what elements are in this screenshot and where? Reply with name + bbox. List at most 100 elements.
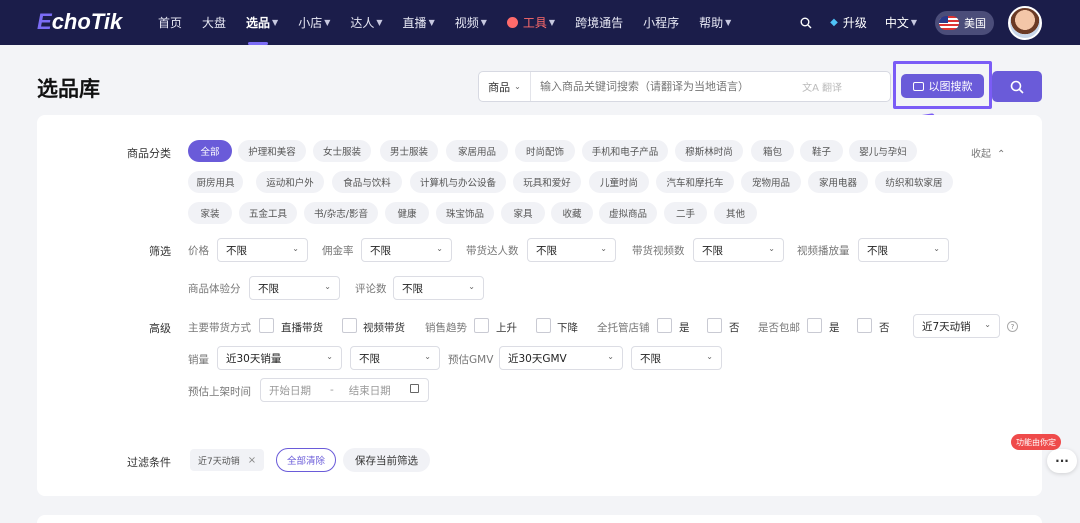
category-chip[interactable]: 运动和户外 — [256, 171, 324, 193]
live-checkbox[interactable] — [259, 318, 274, 333]
search-button[interactable] — [800, 17, 812, 29]
category-chip[interactable]: 其他 — [714, 202, 757, 224]
category-chip[interactable]: 汽车和摩托车 — [656, 171, 734, 193]
category-chip[interactable]: 纺织和软家居 — [875, 171, 953, 193]
echotik-logo[interactable]: EchoTik — [37, 9, 122, 35]
save-filter-button[interactable]: 保存当前筛选 — [343, 448, 430, 472]
nav-creators[interactable]: 达人 ▼ — [350, 0, 382, 45]
category-chip[interactable]: 食品与饮料 — [332, 171, 402, 193]
nav-video[interactable]: 视频 ▼ — [455, 0, 487, 45]
search-submit-button[interactable] — [992, 71, 1042, 102]
nav-miniprogram[interactable]: 小程序 — [643, 0, 679, 45]
avatar[interactable] — [1008, 5, 1042, 40]
chevron-down-icon: ⌄ — [324, 282, 331, 291]
category-chip[interactable]: 家具 — [501, 202, 545, 224]
category-chip[interactable]: 女士服装 — [313, 140, 371, 162]
diamond-icon: ◆ — [830, 17, 838, 28]
category-chip[interactable]: 全部 — [188, 140, 232, 162]
category-chip[interactable]: 箱包 — [751, 140, 794, 162]
trend-label: 销售趋势 — [425, 322, 467, 334]
category-chip[interactable]: 二手 — [664, 202, 707, 224]
gmv-value-select[interactable]: 不限 ⌄ — [631, 346, 722, 370]
creator-count-select[interactable]: 不限 ⌄ — [527, 238, 616, 262]
end-date-input[interactable]: 结束日期 — [349, 383, 391, 398]
category-chip[interactable]: 计算机与办公设备 — [410, 171, 506, 193]
price-select[interactable]: 不限 ⌄ — [217, 238, 308, 262]
category-chip[interactable]: 书/杂志/影音 — [304, 202, 378, 224]
category-chip[interactable]: 玩具和爱好 — [513, 171, 581, 193]
search-icon — [800, 17, 812, 28]
chevron-down-icon: ⌄ — [933, 244, 940, 253]
category-chip[interactable]: 时尚配饰 — [515, 140, 575, 162]
category-chip[interactable]: 手机和电子产品 — [582, 140, 668, 162]
category-chip[interactable]: 家用电器 — [808, 171, 868, 193]
free-ship-no-checkbox[interactable] — [857, 318, 872, 333]
main-mode-label: 主要带货方式 — [188, 322, 251, 334]
category-chip[interactable]: 家居用品 — [446, 140, 508, 162]
sales-value-select[interactable]: 不限 ⌄ — [350, 346, 440, 370]
chevron-down-icon: ⌄ — [424, 352, 431, 361]
nav-tools[interactable]: 工具 ▼ — [506, 0, 555, 45]
review-count-select[interactable]: 不限 ⌄ — [393, 276, 484, 300]
more-icon[interactable]: ··· — [1047, 449, 1077, 473]
category-chip[interactable]: 鞋子 — [800, 140, 843, 162]
category-chip[interactable]: 婴儿与孕妇 — [849, 140, 917, 162]
clear-all-button[interactable]: 全部清除 — [276, 448, 336, 472]
close-icon[interactable]: × — [248, 455, 256, 466]
category-chip[interactable]: 儿童时尚 — [589, 171, 649, 193]
feature-vote-badge[interactable]: 功能由你定 — [1011, 434, 1061, 450]
upgrade-link[interactable]: ◆ 升级 — [830, 14, 867, 31]
nav-help[interactable]: 帮助 ▼ — [699, 0, 731, 45]
video-views-select[interactable]: 不限 ⌄ — [858, 238, 949, 262]
fully-managed-no-checkbox[interactable] — [707, 318, 722, 333]
category-chip[interactable]: 穆斯林时尚 — [675, 140, 743, 162]
trend-up-checkbox[interactable] — [474, 318, 489, 333]
start-date-input[interactable]: 开始日期 — [269, 383, 311, 398]
category-chip[interactable]: 宠物用品 — [741, 171, 801, 193]
region-select[interactable]: 美国 — [935, 10, 994, 35]
chevron-down-icon: ⌄ — [607, 352, 614, 361]
help-icon[interactable]: ? — [1007, 321, 1018, 332]
nav-live[interactable]: 直播 ▼ — [403, 0, 435, 45]
video-count-select[interactable]: 不限 ⌄ — [693, 238, 784, 262]
trend-down-checkbox[interactable] — [536, 318, 551, 333]
chevron-down-icon: ▼ — [910, 18, 917, 27]
category-chip[interactable]: 家装 — [188, 202, 232, 224]
video-checkbox[interactable] — [342, 318, 357, 333]
search-type-select[interactable]: 商品 ⌄ — [479, 72, 531, 101]
category-chip[interactable]: 健康 — [385, 202, 429, 224]
category-chip[interactable]: 收藏 — [551, 202, 593, 224]
nav-shops[interactable]: 小店 ▼ — [298, 0, 330, 45]
translate-button[interactable]: 文A 翻译 — [802, 79, 842, 94]
chevron-down-icon: ▼ — [428, 18, 435, 27]
free-ship-yes-checkbox[interactable] — [807, 318, 822, 333]
category-chip[interactable]: 虚拟商品 — [599, 202, 657, 224]
chevron-down-icon: ⌄ — [600, 244, 607, 253]
sales-label: 销量 — [188, 354, 209, 366]
nav-products[interactable]: 选品 ▼ — [246, 0, 278, 45]
nav-crossborder[interactable]: 跨境通告 — [575, 0, 623, 45]
fully-managed-yes-checkbox[interactable] — [657, 318, 672, 333]
category-chip[interactable]: 护理和美容 — [238, 140, 306, 162]
fully-managed-label: 全托管店铺 — [597, 322, 650, 334]
category-chip[interactable]: 五金工具 — [239, 202, 297, 224]
collapse-button[interactable]: 收起 ⌃ — [971, 145, 1005, 160]
chevron-down-icon: ▼ — [324, 18, 331, 27]
gmv-period-select[interactable]: 近30天GMV ⌄ — [499, 346, 623, 370]
period-select[interactable]: 近7天动销 ⌄ — [913, 314, 1000, 338]
review-count-label: 评论数 — [355, 283, 387, 295]
nav-market[interactable]: 大盘 — [202, 0, 226, 45]
category-chip[interactable]: 男士服装 — [380, 140, 438, 162]
nav-home[interactable]: 首页 — [158, 0, 182, 45]
image-search-button[interactable]: 以图搜款 — [901, 74, 984, 98]
category-chip[interactable]: 厨房用具 — [188, 171, 243, 193]
language-select[interactable]: 中文 ▼ — [885, 14, 917, 31]
search-input[interactable] — [531, 80, 803, 93]
commission-select[interactable]: 不限 ⌄ — [361, 238, 452, 262]
experience-score-select[interactable]: 不限 ⌄ — [249, 276, 340, 300]
listing-date-range[interactable]: 开始日期 - 结束日期 — [260, 378, 429, 402]
free-ship-label: 是否包邮 — [758, 322, 800, 334]
sales-period-select[interactable]: 近30天销量 ⌄ — [217, 346, 342, 370]
globe-icon — [506, 17, 518, 28]
category-chip[interactable]: 珠宝饰品 — [436, 202, 494, 224]
